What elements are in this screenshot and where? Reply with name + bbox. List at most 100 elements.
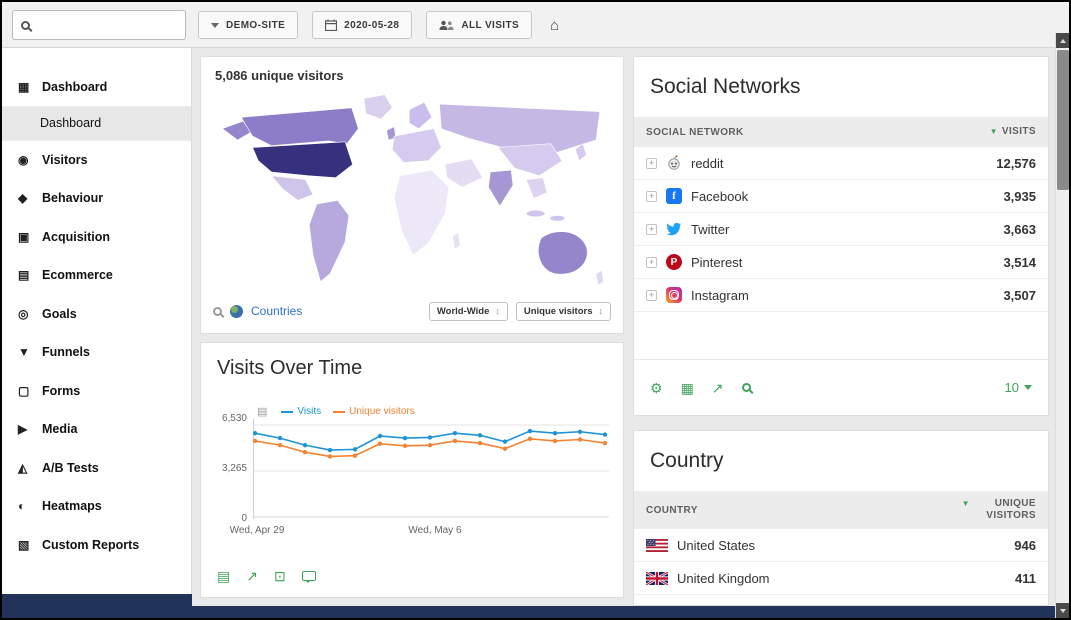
data-point[interactable] xyxy=(553,431,557,435)
map-region-india[interactable] xyxy=(488,170,513,206)
map-region-south-america[interactable] xyxy=(309,200,349,281)
scrollbar-thumb[interactable] xyxy=(1057,50,1069,190)
data-point[interactable] xyxy=(378,434,382,438)
map-region-middle-east[interactable] xyxy=(445,159,483,187)
zoom-out-icon[interactable] xyxy=(213,307,222,316)
map-region-europe[interactable] xyxy=(392,129,441,163)
table-row[interactable]: +Twitter3,663 xyxy=(634,213,1048,246)
sidebar-item-visitors[interactable]: ◉Visitors xyxy=(2,141,191,180)
data-point[interactable] xyxy=(428,435,432,439)
map-region-new-zealand[interactable] xyxy=(596,270,604,285)
table-row[interactable]: +PPinterest3,514 xyxy=(634,246,1048,279)
map-region-canada[interactable] xyxy=(241,108,358,146)
data-point[interactable] xyxy=(253,439,257,443)
sidebar-subitem-dashboard[interactable]: Dashboard xyxy=(2,107,191,141)
data-point[interactable] xyxy=(303,443,307,447)
column-header-social-network[interactable]: SOCIAL NETWORK xyxy=(646,127,744,138)
legend-item-unique-visitors[interactable]: Unique visitors xyxy=(333,406,415,417)
date-range-button[interactable]: 2020-05-28 xyxy=(312,11,412,39)
annotations-icon[interactable] xyxy=(302,571,316,581)
sidebar-item-a-b-tests[interactable]: ◭A/B Tests xyxy=(2,449,191,488)
scroll-up-button[interactable] xyxy=(1056,33,1070,48)
map-region-australia[interactable] xyxy=(538,232,587,275)
column-header-visits[interactable]: ▼ VISITS xyxy=(990,126,1036,137)
export-image-icon[interactable]: ▤ xyxy=(257,405,267,418)
table-row[interactable]: +fFacebook3,935 xyxy=(634,180,1048,213)
column-header-unique-visitors[interactable]: ▼ UNIQUE VISITORS xyxy=(962,498,1036,522)
data-point[interactable] xyxy=(453,439,457,443)
data-point[interactable] xyxy=(278,443,282,447)
data-point[interactable] xyxy=(578,437,582,441)
region-select[interactable]: World-Wide ↕ xyxy=(429,302,508,321)
data-point[interactable] xyxy=(253,431,257,435)
data-point[interactable] xyxy=(403,444,407,448)
data-point[interactable] xyxy=(603,432,607,436)
expand-row-icon[interactable]: + xyxy=(646,191,657,202)
data-point[interactable] xyxy=(528,437,532,441)
map-region-usa[interactable] xyxy=(253,142,353,178)
expand-row-icon[interactable]: + xyxy=(646,290,657,301)
map-region-southeast-asia[interactable] xyxy=(526,178,547,199)
search-input[interactable] xyxy=(12,10,186,40)
data-point[interactable] xyxy=(328,454,332,458)
map-region-indonesia-east[interactable] xyxy=(550,215,565,221)
metric-select[interactable]: Unique visitors ↕ xyxy=(516,302,611,321)
calendar-icon[interactable]: ▤ xyxy=(217,569,230,583)
data-point[interactable] xyxy=(378,442,382,446)
site-selector-button[interactable]: DEMO-SITE xyxy=(198,11,298,39)
expand-row-icon[interactable]: + xyxy=(646,224,657,235)
data-point[interactable] xyxy=(278,436,282,440)
world-map[interactable] xyxy=(211,89,615,289)
data-point[interactable] xyxy=(503,446,507,450)
data-point[interactable] xyxy=(403,436,407,440)
sidebar-item-goals[interactable]: ◎Goals xyxy=(2,295,191,334)
data-point[interactable] xyxy=(478,433,482,437)
data-point[interactable] xyxy=(353,454,357,458)
table-row[interactable]: +reddit12,576 xyxy=(634,147,1048,180)
sidebar-item-dashboard[interactable]: ▦Dashboard xyxy=(2,68,191,107)
image-export-icon[interactable]: ⊡ xyxy=(274,569,286,583)
gear-icon[interactable]: ⚙ xyxy=(650,381,663,395)
map-region-madagascar[interactable] xyxy=(453,232,461,249)
map-region-scandinavia[interactable] xyxy=(409,102,432,128)
legend-item-visits[interactable]: Visits xyxy=(281,406,321,417)
map-region-indonesia[interactable] xyxy=(526,210,545,217)
search-rows-icon[interactable] xyxy=(742,383,751,392)
export-icon[interactable]: ↗ xyxy=(246,569,258,583)
scroll-down-button[interactable] xyxy=(1056,603,1070,618)
sidebar-item-media[interactable]: ▶Media xyxy=(2,410,191,449)
map-region-africa[interactable] xyxy=(394,170,449,255)
expand-row-icon[interactable]: + xyxy=(646,158,657,169)
data-point[interactable] xyxy=(453,431,457,435)
visits-chart[interactable] xyxy=(253,419,609,519)
column-header-country[interactable]: COUNTRY xyxy=(646,505,698,516)
export-icon[interactable]: ↗ xyxy=(712,381,724,395)
data-point[interactable] xyxy=(478,441,482,445)
data-point[interactable] xyxy=(303,450,307,454)
sidebar-item-forms[interactable]: ▢Forms xyxy=(2,372,191,411)
table-row[interactable]: United States946 xyxy=(634,529,1048,562)
sidebar-item-ecommerce[interactable]: ▤Ecommerce xyxy=(2,256,191,295)
sidebar-item-funnels[interactable]: ▼Funnels xyxy=(2,333,191,372)
expand-row-icon[interactable]: + xyxy=(646,257,657,268)
table-row[interactable]: +Instagram3,507 xyxy=(634,279,1048,312)
sidebar-item-acquisition[interactable]: ▣Acquisition xyxy=(2,218,191,257)
page-scrollbar[interactable] xyxy=(1055,33,1069,618)
table-row[interactable]: United Kingdom411 xyxy=(634,562,1048,595)
data-point[interactable] xyxy=(353,447,357,451)
map-region-mexico[interactable] xyxy=(271,176,313,201)
map-region-greenland[interactable] xyxy=(364,95,392,120)
segment-selector-button[interactable]: ALL VISITS xyxy=(426,11,532,39)
page-size-selector[interactable]: 10 xyxy=(1005,380,1032,395)
data-point[interactable] xyxy=(428,443,432,447)
data-point[interactable] xyxy=(578,430,582,434)
sidebar-item-custom-reports[interactable]: ▧Custom Reports xyxy=(2,526,191,565)
data-point[interactable] xyxy=(503,439,507,443)
sidebar-item-behaviour[interactable]: ◆Behaviour xyxy=(2,179,191,218)
data-point[interactable] xyxy=(603,441,607,445)
sidebar-item-heatmaps[interactable]: ◐Heatmaps xyxy=(2,487,191,526)
home-button[interactable]: ⌂ xyxy=(546,11,563,39)
table-view-icon[interactable]: ▦ xyxy=(681,381,694,395)
data-point[interactable] xyxy=(328,448,332,452)
data-point[interactable] xyxy=(528,429,532,433)
